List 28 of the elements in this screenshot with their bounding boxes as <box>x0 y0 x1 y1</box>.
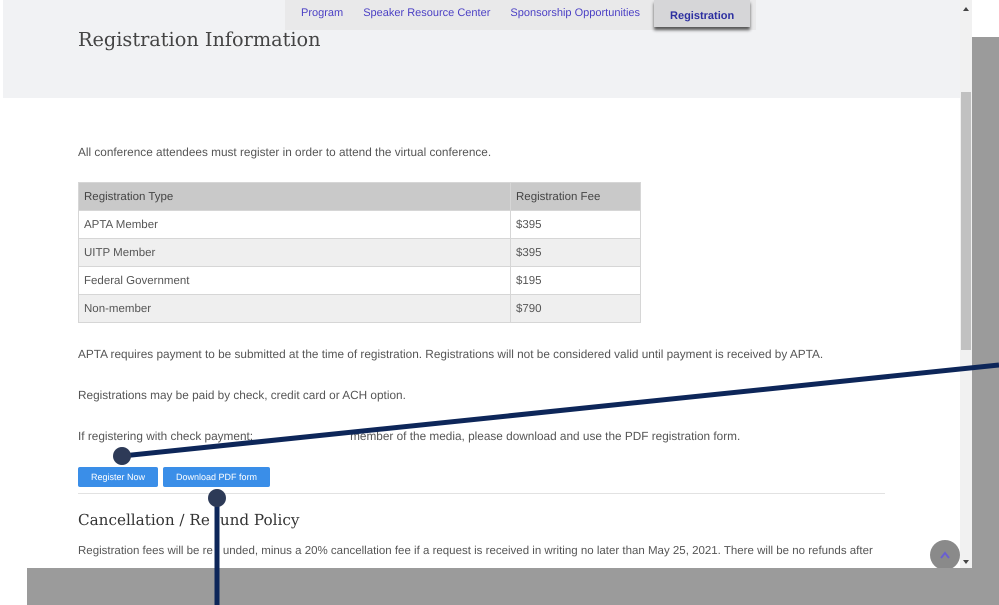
policy-text: unded, minus a 20% cancellation fee if a request is received in writing no later than May 25, 2021. There will be no refunds after <box>222 544 873 558</box>
nav-tab[interactable]: Registration <box>654 0 750 27</box>
policy-text: Registration fees will be re <box>78 544 213 558</box>
chevron-up-icon <box>940 551 950 559</box>
page-title: Registration Information <box>78 28 322 51</box>
table-cell: $395 <box>510 238 640 266</box>
table-cell: $790 <box>510 294 640 322</box>
column-header: Registration Type <box>78 182 510 210</box>
section-heading: Cancellation / Re <box>78 510 210 530</box>
scroll-up-icon[interactable] <box>962 6 970 12</box>
table-cell: UITP Member <box>78 238 510 266</box>
intro-text: All conference attendees must register in order to attend the virtual conference. <box>78 145 492 159</box>
nav-tab[interactable]: Program <box>291 0 354 30</box>
scrollbar[interactable] <box>960 0 972 568</box>
download-button[interactable]: Download PDF form <box>163 467 270 487</box>
register-button[interactable]: Register Now <box>78 467 158 487</box>
nav-tab[interactable]: Sponsorship Opportunities <box>500 0 650 30</box>
scroll-down-icon[interactable] <box>962 559 970 565</box>
scroll-top-button[interactable] <box>930 540 960 568</box>
info-text: If registering with check payment; <box>78 429 254 443</box>
nav-tab[interactable]: Speaker Resource Center <box>353 0 500 30</box>
scroll-thumb[interactable] <box>961 92 971 350</box>
info-text: member of the media, please download and use the PDF registration form. <box>350 429 740 443</box>
info-text: APTA requires payment to be submitted at the time of registration. Registrations will not be considered valid until payment is received by APTA. <box>78 347 824 361</box>
table-cell: Non-member <box>78 294 510 322</box>
info-text: Registrations may be paid by check, credit card or ACH option. <box>78 388 407 402</box>
section-heading: und Policy <box>220 510 300 530</box>
column-header: Registration Fee <box>510 182 640 210</box>
